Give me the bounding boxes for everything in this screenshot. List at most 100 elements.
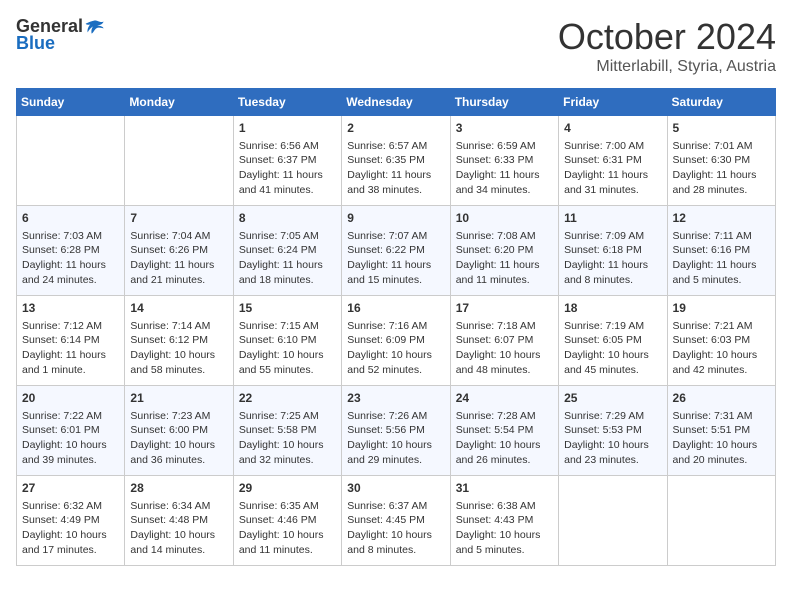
day-info: Sunrise: 6:32 AM Sunset: 4:49 PM Dayligh… [22,499,119,558]
day-info: Sunrise: 6:37 AM Sunset: 4:45 PM Dayligh… [347,499,444,558]
day-number: 27 [22,480,119,497]
day-number: 24 [456,390,553,407]
day-info: Sunrise: 7:14 AM Sunset: 6:12 PM Dayligh… [130,319,227,378]
calendar-cell: 19 Sunrise: 7:21 AM Sunset: 6:03 PM Dayli… [667,296,775,386]
weekday-header-monday: Monday [125,89,233,116]
calendar-cell: 6 Sunrise: 7:03 AM Sunset: 6:28 PM Daylig… [17,206,125,296]
calendar-cell: 22Sunrise: 7:25 AM Sunset: 5:58 PM Dayli… [233,386,341,476]
calendar-cell: 25Sunrise: 7:29 AM Sunset: 5:53 PM Dayli… [559,386,667,476]
calendar-week-row: 27 Sunrise: 6:32 AM Sunset: 4:49 PM Dayli… [17,476,776,566]
day-number: 19 [673,300,770,317]
calendar-cell: 10 Sunrise: 7:08 AM Sunset: 6:20 PM Dayli… [450,206,558,296]
day-number: 21 [130,390,227,407]
calendar-cell: 28 Sunrise: 6:34 AM Sunset: 4:48 PM Dayli… [125,476,233,566]
day-info: Sunrise: 7:22 AM Sunset: 6:01 PM Dayligh… [22,409,119,468]
day-info: Sunrise: 7:19 AM Sunset: 6:05 PM Dayligh… [564,319,661,378]
calendar-cell: 9Sunrise: 7:07 AM Sunset: 6:22 PM Daylig… [342,206,450,296]
day-number: 11 [564,210,661,227]
calendar-week-row: 1 Sunrise: 6:56 AM Sunset: 6:37 PM Daylig… [17,116,776,206]
day-number: 13 [22,300,119,317]
day-info: Sunrise: 7:23 AM Sunset: 6:00 PM Dayligh… [130,409,227,468]
calendar-cell: 26Sunrise: 7:31 AM Sunset: 5:51 PM Dayli… [667,386,775,476]
day-info: Sunrise: 7:16 AM Sunset: 6:09 PM Dayligh… [347,319,444,378]
calendar-week-row: 20 Sunrise: 7:22 AM Sunset: 6:01 PM Dayli… [17,386,776,476]
calendar-cell [559,476,667,566]
calendar-cell: 7 Sunrise: 7:04 AM Sunset: 6:26 PM Daylig… [125,206,233,296]
day-info: Sunrise: 7:28 AM Sunset: 5:54 PM Dayligh… [456,409,553,468]
day-info: Sunrise: 7:09 AM Sunset: 6:18 PM Dayligh… [564,229,661,288]
calendar-cell: 18Sunrise: 7:19 AM Sunset: 6:05 PM Dayli… [559,296,667,386]
day-info: Sunrise: 7:21 AM Sunset: 6:03 PM Dayligh… [673,319,770,378]
logo: General Blue [16,16,105,54]
day-info: Sunrise: 7:15 AM Sunset: 6:10 PM Dayligh… [239,319,336,378]
calendar-cell: 4 Sunrise: 7:00 AM Sunset: 6:31 PM Daylig… [559,116,667,206]
day-number: 12 [673,210,770,227]
day-number: 23 [347,390,444,407]
day-info: Sunrise: 6:59 AM Sunset: 6:33 PM Dayligh… [456,139,553,198]
day-number: 16 [347,300,444,317]
calendar-cell: 15 Sunrise: 7:15 AM Sunset: 6:10 PM Dayli… [233,296,341,386]
day-number: 30 [347,480,444,497]
calendar-cell: 11 Sunrise: 7:09 AM Sunset: 6:18 PM Dayli… [559,206,667,296]
day-number: 31 [456,480,553,497]
location-subtitle: Mitterlabill, Styria, Austria [558,58,776,76]
weekday-header-row: SundayMondayTuesdayWednesdayThursdayFrid… [17,89,776,116]
day-info: Sunrise: 6:56 AM Sunset: 6:37 PM Dayligh… [239,139,336,198]
day-number: 29 [239,480,336,497]
day-number: 6 [22,210,119,227]
day-info: Sunrise: 7:04 AM Sunset: 6:26 PM Dayligh… [130,229,227,288]
calendar-cell: 1 Sunrise: 6:56 AM Sunset: 6:37 PM Daylig… [233,116,341,206]
day-number: 14 [130,300,227,317]
day-number: 1 [239,120,336,137]
calendar-cell: 17 Sunrise: 7:18 AM Sunset: 6:07 PM Dayli… [450,296,558,386]
calendar-cell: 23 Sunrise: 7:26 AM Sunset: 5:56 PM Dayli… [342,386,450,476]
weekday-header-saturday: Saturday [667,89,775,116]
day-info: Sunrise: 7:25 AM Sunset: 5:58 PM Dayligh… [239,409,336,468]
day-number: 28 [130,480,227,497]
weekday-header-friday: Friday [559,89,667,116]
day-info: Sunrise: 7:03 AM Sunset: 6:28 PM Dayligh… [22,229,119,288]
day-number: 5 [673,120,770,137]
title-block: October 2024 Mitterlabill, Styria, Austr… [558,16,776,76]
day-info: Sunrise: 7:18 AM Sunset: 6:07 PM Dayligh… [456,319,553,378]
calendar-cell: 27 Sunrise: 6:32 AM Sunset: 4:49 PM Dayli… [17,476,125,566]
calendar-cell: 5 Sunrise: 7:01 AM Sunset: 6:30 PM Daylig… [667,116,775,206]
calendar-cell: 12 Sunrise: 7:11 AM Sunset: 6:16 PM Dayli… [667,206,775,296]
day-number: 10 [456,210,553,227]
day-info: Sunrise: 7:26 AM Sunset: 5:56 PM Dayligh… [347,409,444,468]
calendar-cell: 3 Sunrise: 6:59 AM Sunset: 6:33 PM Daylig… [450,116,558,206]
day-info: Sunrise: 6:35 AM Sunset: 4:46 PM Dayligh… [239,499,336,558]
calendar-cell [667,476,775,566]
day-info: Sunrise: 6:38 AM Sunset: 4:43 PM Dayligh… [456,499,553,558]
logo-bird-icon [85,17,105,37]
weekday-header-wednesday: Wednesday [342,89,450,116]
month-title: October 2024 [558,16,776,58]
day-info: Sunrise: 7:05 AM Sunset: 6:24 PM Dayligh… [239,229,336,288]
day-number: 25 [564,390,661,407]
day-number: 2 [347,120,444,137]
day-info: Sunrise: 6:57 AM Sunset: 6:35 PM Dayligh… [347,139,444,198]
day-number: 4 [564,120,661,137]
weekday-header-sunday: Sunday [17,89,125,116]
calendar-week-row: 13Sunrise: 7:12 AM Sunset: 6:14 PM Dayli… [17,296,776,386]
day-info: Sunrise: 7:00 AM Sunset: 6:31 PM Dayligh… [564,139,661,198]
day-number: 17 [456,300,553,317]
calendar-week-row: 6 Sunrise: 7:03 AM Sunset: 6:28 PM Daylig… [17,206,776,296]
calendar-cell: 13Sunrise: 7:12 AM Sunset: 6:14 PM Dayli… [17,296,125,386]
day-info: Sunrise: 7:31 AM Sunset: 5:51 PM Dayligh… [673,409,770,468]
day-number: 7 [130,210,227,227]
day-number: 20 [22,390,119,407]
weekday-header-tuesday: Tuesday [233,89,341,116]
calendar-cell: 31 Sunrise: 6:38 AM Sunset: 4:43 PM Dayli… [450,476,558,566]
calendar-cell: 24 Sunrise: 7:28 AM Sunset: 5:54 PM Dayli… [450,386,558,476]
weekday-header-thursday: Thursday [450,89,558,116]
day-number: 15 [239,300,336,317]
day-info: Sunrise: 7:07 AM Sunset: 6:22 PM Dayligh… [347,229,444,288]
day-info: Sunrise: 7:11 AM Sunset: 6:16 PM Dayligh… [673,229,770,288]
day-info: Sunrise: 6:34 AM Sunset: 4:48 PM Dayligh… [130,499,227,558]
day-info: Sunrise: 7:01 AM Sunset: 6:30 PM Dayligh… [673,139,770,198]
day-info: Sunrise: 7:08 AM Sunset: 6:20 PM Dayligh… [456,229,553,288]
logo-blue-text: Blue [16,33,55,54]
calendar-table: SundayMondayTuesdayWednesdayThursdayFrid… [16,88,776,566]
day-number: 3 [456,120,553,137]
